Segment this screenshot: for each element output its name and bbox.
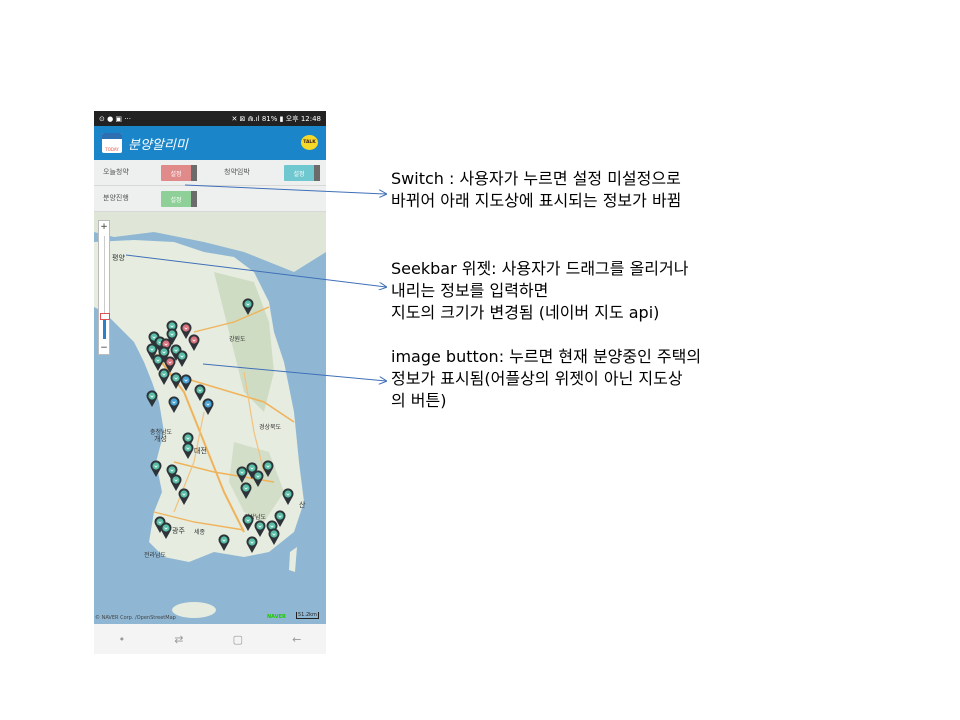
seekbar-annotation: Seekbar 위젯: 사용자가 드래그를 올리거나 내리는 정보를 입력하면 … (391, 258, 811, 324)
switch-annotation: Switch : 사용자가 누르면 설정 미설정으로 바뀌어 아래 지도상에 표… (391, 168, 811, 212)
image-button-arrow (202, 363, 386, 381)
switch-arrow (184, 184, 386, 194)
annotation-line: 바뀌어 아래 지도상에 표시되는 정보가 바뀜 (391, 191, 682, 210)
annotation-line: 내리는 정보를 입력하면 (391, 281, 549, 300)
annotation-line: Switch : 사용자가 누르면 설정 미설정으로 (391, 169, 681, 188)
annotation-line: Seekbar 위젯: 사용자가 드래그를 올리거나 (391, 259, 689, 278)
annotation-line: image button: 누르면 현재 분양중인 주택의 (391, 347, 702, 366)
annotation-line: 정보가 표시됨(어플상의 위젯이 아닌 지도상 (391, 369, 683, 388)
annotation-line: 의 버튼) (391, 391, 447, 410)
annotation-line: 지도의 크기가 변경됨 (네이버 지도 api) (391, 303, 660, 322)
seekbar-arrow (125, 254, 386, 287)
image-button-annotation: image button: 누르면 현재 분양중인 주택의 정보가 표시됨(어플… (391, 346, 811, 412)
